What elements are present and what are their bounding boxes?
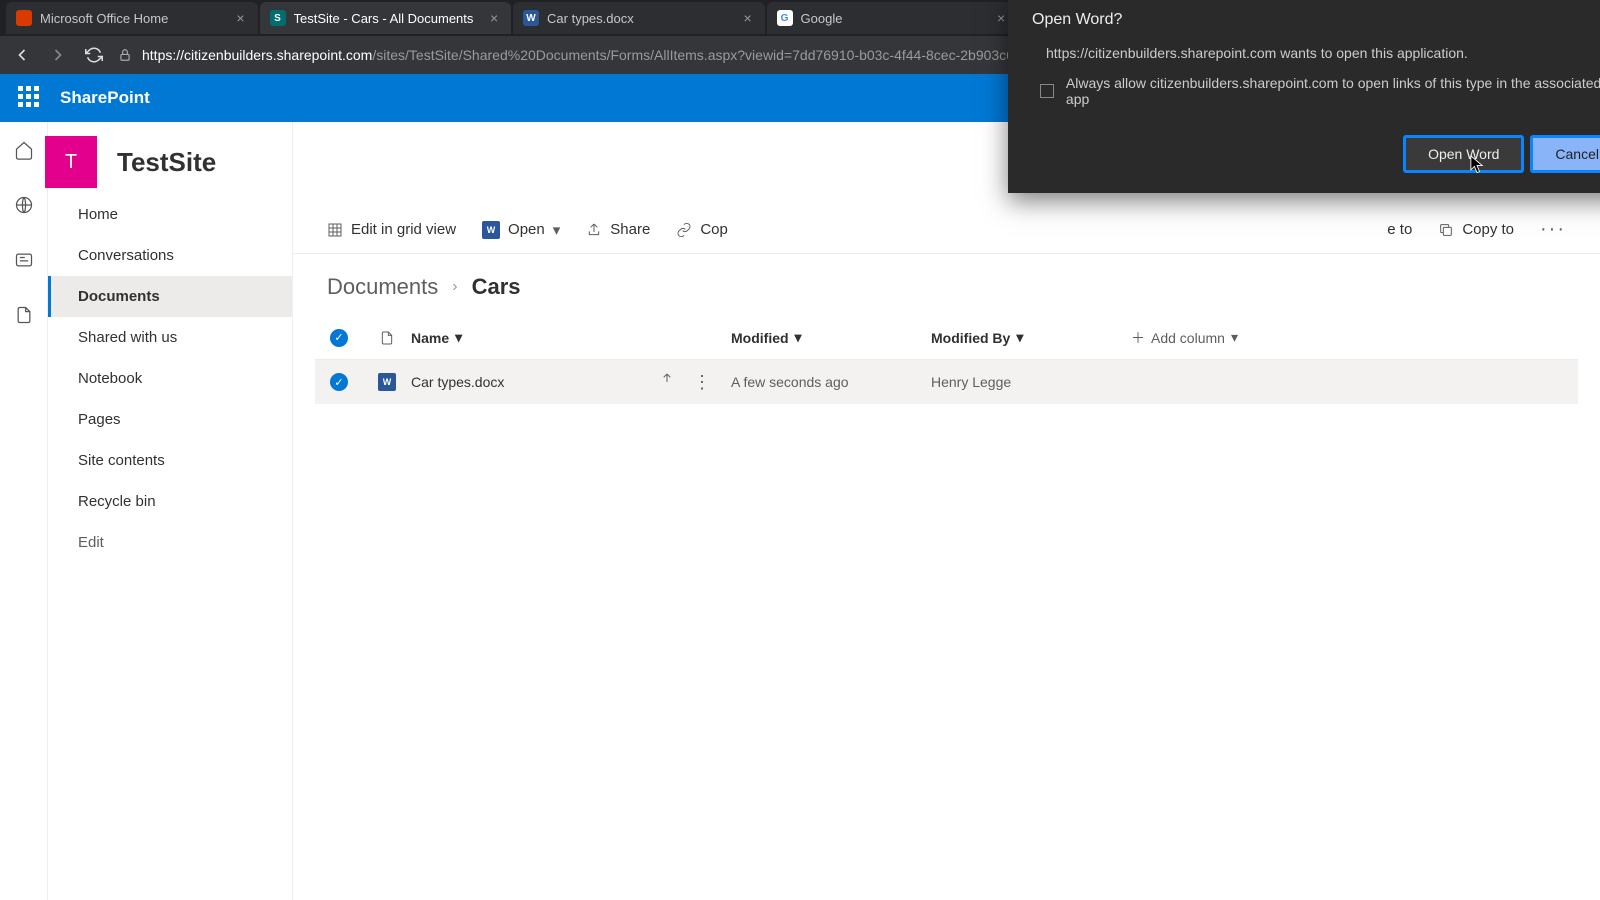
cell-modified: A few seconds ago [731, 374, 931, 390]
select-all-toggle[interactable]: ✓ [330, 329, 348, 347]
site-name: TestSite [117, 147, 216, 178]
news-icon[interactable] [14, 250, 34, 275]
col-name[interactable]: Name▾ [411, 329, 731, 346]
close-icon[interactable]: × [994, 11, 1008, 25]
nav-recycle-bin[interactable]: Recycle bin [48, 481, 292, 522]
cmd-label: Cop [700, 221, 728, 238]
cmd-label: e to [1387, 221, 1412, 238]
sharepoint-body: Home Conversations Documents Shared with… [0, 122, 1600, 900]
browser-tab[interactable]: Microsoft Office Home × [6, 2, 258, 34]
chevron-down-icon: ▾ [553, 221, 561, 239]
table-row[interactable]: ✓ W Car types.docx ⋮ A few seconds ago H… [315, 360, 1578, 404]
chevron-right-icon: › [452, 278, 457, 296]
breadcrumb: Documents › Cars [293, 254, 1600, 316]
cmd-label: Share [610, 221, 650, 238]
chevron-down-icon: ▾ [1016, 329, 1023, 346]
sharepoint-brand[interactable]: SharePoint [60, 88, 150, 108]
document-list: ✓ Name▾ Modified▾ Modified By▾ ＋Add colu… [293, 316, 1600, 404]
main-content: T TestSite Edit in grid view W Open ▾ Sh… [293, 122, 1600, 900]
cmd-move-to[interactable]: e to [1387, 221, 1412, 238]
breadcrumb-current: Cars [472, 274, 521, 300]
chevron-down-icon: ▾ [1231, 329, 1238, 346]
share-icon [586, 222, 602, 238]
cmd-label: Copy to [1462, 221, 1514, 238]
mouse-cursor [1470, 155, 1484, 175]
cmd-label: Edit in grid view [351, 221, 456, 238]
office-icon [16, 10, 32, 26]
nav-site-contents[interactable]: Site contents [48, 440, 292, 481]
word-icon: W [482, 221, 500, 239]
cmd-edit-grid[interactable]: Edit in grid view [327, 221, 456, 238]
tab-title: Google [801, 11, 987, 26]
forward-button[interactable] [46, 43, 70, 67]
checkbox-icon[interactable] [1040, 84, 1054, 98]
app-rail [0, 122, 48, 900]
lock-icon [118, 48, 132, 62]
open-app-dialog: Open Word? https://citizenbuilders.share… [1008, 0, 1600, 193]
cmd-label: Open [508, 221, 545, 238]
col-modified[interactable]: Modified▾ [731, 329, 931, 346]
cmd-share[interactable]: Share [586, 221, 650, 238]
copy-icon [1438, 222, 1454, 238]
tab-title: TestSite - Cars - All Documents [294, 11, 480, 26]
cmd-copy-to[interactable]: Copy to [1438, 221, 1514, 238]
chevron-down-icon: ▾ [455, 329, 462, 346]
tab-title: Car types.docx [547, 11, 733, 26]
link-icon [676, 222, 692, 238]
tab-title: Microsoft Office Home [40, 11, 226, 26]
more-icon[interactable]: ⋮ [693, 372, 711, 393]
globe-icon[interactable] [14, 195, 34, 220]
close-icon[interactable]: × [741, 11, 755, 25]
cmd-open[interactable]: W Open ▾ [482, 221, 560, 239]
file-name[interactable]: Car types.docx [411, 374, 504, 390]
row-select[interactable]: ✓ [330, 373, 348, 391]
nav-pages[interactable]: Pages [48, 399, 292, 440]
command-bar: Edit in grid view W Open ▾ Share Cop e t… [293, 206, 1600, 254]
share-icon[interactable] [659, 372, 675, 388]
site-sidebar: Home Conversations Documents Shared with… [48, 122, 293, 900]
dialog-title: Open Word? [1032, 11, 1600, 29]
dialog-message: https://citizenbuilders.sharepoint.com w… [1032, 45, 1600, 61]
chevron-down-icon: ▾ [795, 329, 802, 346]
col-add[interactable]: ＋Add column▾ [1131, 328, 1331, 348]
site-logo: T [45, 136, 97, 188]
nav-edit[interactable]: Edit [48, 522, 292, 563]
nav-notebook[interactable]: Notebook [48, 358, 292, 399]
checkbox-label: Always allow citizenbuilders.sharepoint.… [1066, 75, 1600, 107]
google-icon: G [777, 10, 793, 26]
files-icon[interactable] [14, 305, 34, 330]
cancel-button[interactable]: Cancel [1530, 135, 1600, 173]
browser-tab[interactable]: G Google × [767, 2, 1019, 34]
word-icon: W [523, 10, 539, 26]
reload-button[interactable] [82, 43, 106, 67]
cmd-copy-link[interactable]: Cop [676, 221, 728, 238]
url-host: https://citizenbuilders.sharepoint.com [142, 47, 372, 63]
breadcrumb-root[interactable]: Documents [327, 274, 438, 300]
dialog-always-allow[interactable]: Always allow citizenbuilders.sharepoint.… [1032, 75, 1600, 107]
browser-tab[interactable]: W Car types.docx × [513, 2, 765, 34]
col-modified-by[interactable]: Modified By▾ [931, 329, 1131, 346]
nav-shared-with-us[interactable]: Shared with us [48, 317, 292, 358]
nav-documents[interactable]: Documents [48, 276, 292, 317]
close-icon[interactable]: × [234, 11, 248, 25]
back-button[interactable] [10, 43, 34, 67]
grid-icon [327, 222, 343, 238]
cmd-more[interactable]: ··· [1540, 218, 1566, 241]
close-icon[interactable]: × [487, 11, 501, 25]
word-icon: W [378, 373, 396, 391]
cell-modified-by: Henry Legge [931, 374, 1131, 390]
home-icon[interactable] [14, 140, 34, 165]
file-icon [379, 329, 395, 347]
browser-tab-active[interactable]: S TestSite - Cars - All Documents × [260, 2, 512, 34]
nav-conversations[interactable]: Conversations [48, 235, 292, 276]
app-launcher-icon[interactable] [18, 86, 42, 110]
doclist-header: ✓ Name▾ Modified▾ Modified By▾ ＋Add colu… [315, 316, 1578, 360]
nav-home[interactable]: Home [48, 194, 292, 235]
open-word-button[interactable]: Open Word [1403, 135, 1524, 173]
sharepoint-icon: S [270, 10, 286, 26]
